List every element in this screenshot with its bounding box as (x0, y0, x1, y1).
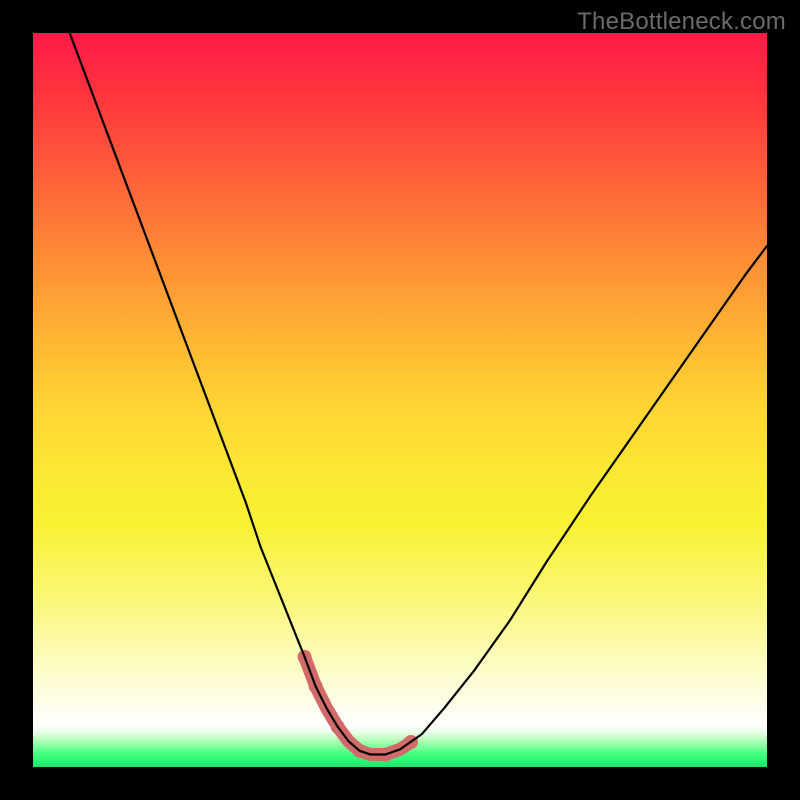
plot-area (33, 33, 767, 767)
chart-svg (33, 33, 767, 767)
watermark-text: TheBottleneck.com (577, 8, 786, 36)
bottleneck-optimal-segment (305, 657, 411, 755)
bottleneck-curve (70, 33, 767, 755)
chart-frame: TheBottleneck.com (0, 0, 800, 800)
